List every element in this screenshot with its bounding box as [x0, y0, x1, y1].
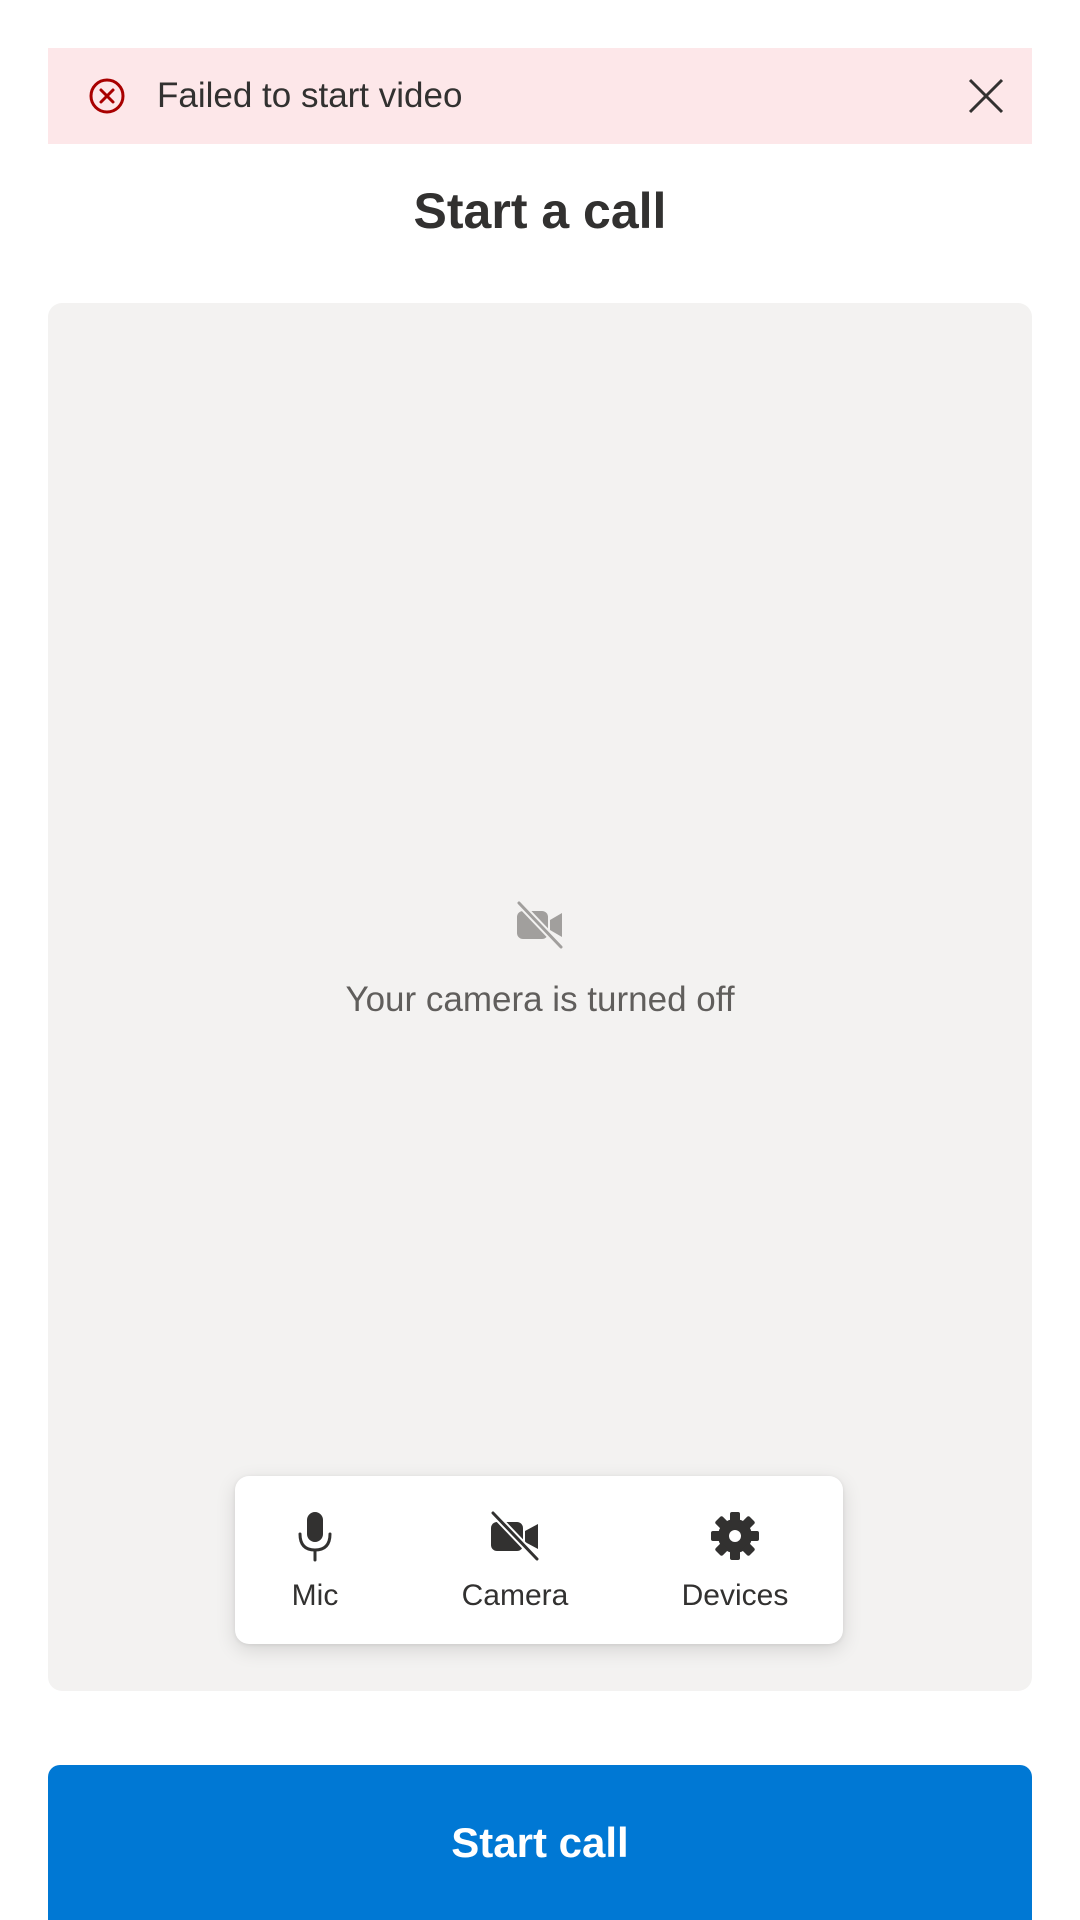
- devices-label: Devices: [681, 1579, 789, 1612]
- close-icon[interactable]: [968, 78, 1004, 114]
- camera-off-message: Your camera is turned off: [345, 980, 735, 1019]
- video-off-icon: [489, 1509, 541, 1563]
- devices-button[interactable]: Devices: [645, 1476, 825, 1644]
- page-title: Start a call: [413, 183, 667, 239]
- microphone-icon: [289, 1510, 341, 1562]
- video-off-icon: [515, 899, 565, 951]
- mic-button[interactable]: Mic: [255, 1476, 375, 1644]
- camera-button[interactable]: Camera: [435, 1476, 595, 1644]
- call-setup-page: Failed to start video Start a call Your …: [0, 0, 1080, 1920]
- device-control-bar: Mic Camera Devices: [235, 1476, 843, 1644]
- error-circle-icon: [88, 77, 126, 115]
- start-call-button[interactable]: Start call: [48, 1765, 1032, 1920]
- error-message: Failed to start video: [157, 76, 463, 115]
- camera-label: Camera: [461, 1579, 569, 1612]
- video-preview: Your camera is turned off Mic Camera Dev…: [48, 303, 1032, 1691]
- error-banner: Failed to start video: [48, 48, 1032, 144]
- gear-icon: [709, 1510, 761, 1562]
- mic-label: Mic: [291, 1579, 339, 1612]
